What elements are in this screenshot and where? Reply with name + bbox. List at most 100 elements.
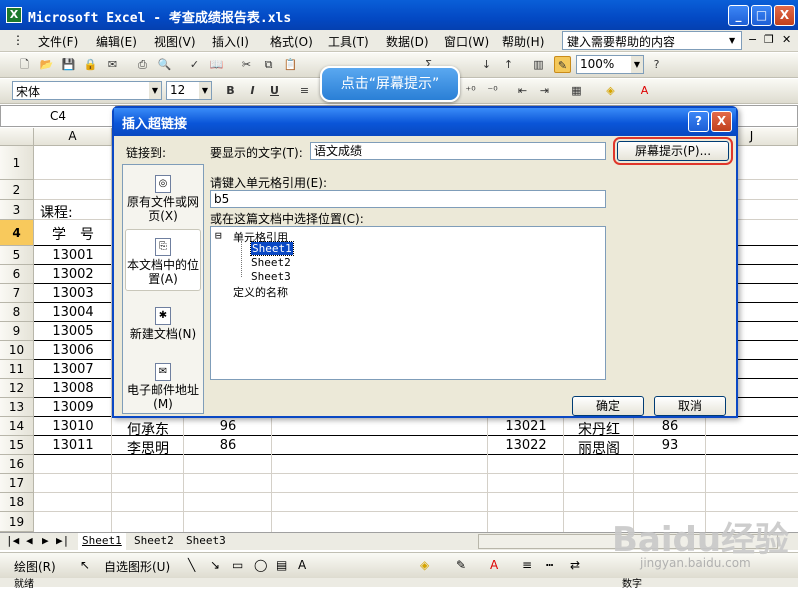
sort-desc-icon[interactable]: ↑ (500, 56, 517, 73)
oval-icon[interactable]: ◯ (254, 558, 267, 572)
ok-button[interactable]: 确定 (572, 396, 644, 416)
draw-font-color-icon[interactable]: A (490, 558, 498, 572)
borders-icon[interactable]: ▦ (568, 82, 585, 99)
tab-last-icon[interactable]: ▶| (56, 533, 69, 550)
increase-decimal-icon[interactable]: ⁺⁰ (462, 82, 479, 99)
italic-button[interactable]: I (244, 82, 261, 99)
tree-sheet2-node[interactable]: Sheet2 (251, 256, 291, 269)
cell-a4-id-header[interactable]: 学 号 (34, 224, 112, 244)
arrow-style-icon[interactable]: ⇄ (570, 558, 580, 572)
font-size-select[interactable]: 12 ▼ (166, 81, 212, 100)
help-dropdown-icon[interactable]: ▼ (729, 31, 741, 50)
row-header[interactable]: 15 (0, 436, 34, 455)
email-icon[interactable]: ✉ (104, 56, 121, 73)
row-header[interactable]: 6 (0, 265, 34, 284)
increase-indent-icon[interactable]: ⇥ (536, 82, 553, 99)
name-box[interactable]: C4 (0, 105, 116, 127)
cell-id[interactable]: 13002 (34, 267, 112, 282)
row-header[interactable]: 3 (0, 200, 34, 220)
cell-name[interactable]: 丽思阁 (564, 438, 634, 458)
decrease-indent-icon[interactable]: ⇤ (514, 82, 531, 99)
link-existing-file[interactable]: ◎ 原有文件或网页(X) (125, 175, 201, 227)
dialog-close-button[interactable]: X (711, 111, 732, 132)
align-left-icon[interactable]: ≡ (296, 82, 313, 99)
link-new-document[interactable]: ✱ 新建文档(N) (125, 307, 201, 347)
dialog-help-button[interactable]: ? (688, 111, 709, 132)
cell-id[interactable]: 13008 (34, 381, 112, 396)
row-header[interactable]: 10 (0, 341, 34, 360)
menu-view[interactable]: 视图(V) (154, 33, 196, 50)
research-icon[interactable]: 📖 (208, 56, 225, 73)
menu-data[interactable]: 数据(D) (386, 33, 429, 50)
row-header[interactable]: 12 (0, 379, 34, 398)
tree-collapse-icon[interactable]: ⊟ (215, 229, 222, 242)
chart-wizard-icon[interactable]: ▥ (530, 56, 547, 73)
row-header[interactable]: 19 (0, 512, 34, 532)
row-header[interactable]: 17 (0, 474, 34, 493)
row-header[interactable]: 7 (0, 284, 34, 303)
tab-prev-icon[interactable]: ◀ (26, 533, 33, 550)
row-header[interactable]: 11 (0, 360, 34, 379)
line-style-icon[interactable]: ≡ (522, 558, 532, 572)
cell-score[interactable]: 86 (184, 438, 272, 453)
cell-name[interactable]: 何承东 (112, 419, 184, 439)
draw-menu[interactable]: 绘图(R) (14, 558, 56, 575)
line-color-icon[interactable]: ✎ (456, 558, 466, 572)
row-header[interactable]: 14 (0, 417, 34, 436)
fill-color-icon[interactable]: ◈ (602, 82, 619, 99)
row-header[interactable]: 13 (0, 398, 34, 417)
cell-id[interactable]: 13011 (34, 438, 112, 453)
cell-score[interactable]: 93 (634, 438, 706, 453)
screentip-button[interactable]: 屏幕提示(P)... (613, 137, 733, 165)
tab-next-icon[interactable]: ▶ (42, 533, 49, 550)
doc-close-icon[interactable]: ✕ (782, 33, 791, 46)
cell-name[interactable]: 李思明 (112, 438, 184, 458)
wordart-icon[interactable]: A (298, 558, 306, 572)
row-header[interactable]: 2 (0, 180, 34, 200)
drawing-toggle-icon[interactable]: ✎ (554, 56, 571, 73)
tree-sheet1-node[interactable]: Sheet1 (250, 241, 294, 256)
font-select[interactable]: 宋体 ▼ (12, 81, 162, 100)
doc-restore-icon[interactable]: ❐ (764, 33, 774, 46)
cell-id[interactable]: 13001 (34, 248, 112, 263)
save-icon[interactable]: 💾 (60, 56, 77, 73)
open-icon[interactable]: 📂 (38, 56, 55, 73)
cell-a3-course-label[interactable]: 课程: (40, 202, 73, 222)
help-icon[interactable]: ? (648, 56, 665, 73)
row-header[interactable]: 1 (0, 146, 34, 180)
cut-icon[interactable]: ✂ (238, 56, 255, 73)
paste-icon[interactable]: 📋 (282, 56, 299, 73)
cell-score[interactable]: 86 (634, 419, 706, 434)
underline-button[interactable]: U (266, 82, 283, 99)
cell-id[interactable]: 13005 (34, 324, 112, 339)
doc-minimize-icon[interactable]: − (748, 33, 757, 46)
cell-id[interactable]: 13003 (34, 286, 112, 301)
menu-edit[interactable]: 编辑(E) (96, 33, 137, 50)
cell-id[interactable]: 13021 (488, 419, 564, 434)
zoom-select[interactable]: 100% ▼ (576, 55, 644, 74)
copy-icon[interactable]: ⧉ (260, 56, 277, 73)
cell-name[interactable]: 宋丹红 (564, 419, 634, 439)
sort-asc-icon[interactable]: ↓ (478, 56, 495, 73)
cell-id[interactable]: 13010 (34, 419, 112, 434)
decrease-decimal-icon[interactable]: ⁻⁰ (484, 82, 501, 99)
tab-sheet3[interactable]: Sheet3 (182, 533, 230, 550)
print-preview-icon[interactable]: 🔍 (156, 56, 173, 73)
fill-bucket-icon[interactable]: ◈ (420, 558, 429, 572)
menu-window[interactable]: 窗口(W) (444, 33, 489, 50)
help-search-input[interactable]: 键入需要帮助的内容 (562, 31, 742, 50)
tree-sheet3-node[interactable]: Sheet3 (251, 270, 291, 283)
cell-id[interactable]: 13007 (34, 362, 112, 377)
bold-button[interactable]: B (222, 82, 239, 99)
print-icon[interactable]: ⎙ (134, 56, 151, 73)
cell-score[interactable]: 96 (184, 419, 272, 434)
tab-sheet2[interactable]: Sheet2 (130, 533, 178, 550)
new-icon[interactable]: 🗋 (16, 56, 33, 73)
autoshapes-menu[interactable]: 自选图形(U) (104, 558, 170, 575)
menu-insert[interactable]: 插入(I) (212, 33, 249, 50)
cell-id[interactable]: 13022 (488, 438, 564, 453)
tab-first-icon[interactable]: |◀ (6, 533, 19, 550)
menu-tools[interactable]: 工具(T) (328, 33, 369, 50)
minimize-button[interactable]: _ (728, 5, 749, 26)
size-dropdown-icon[interactable]: ▼ (199, 82, 211, 99)
